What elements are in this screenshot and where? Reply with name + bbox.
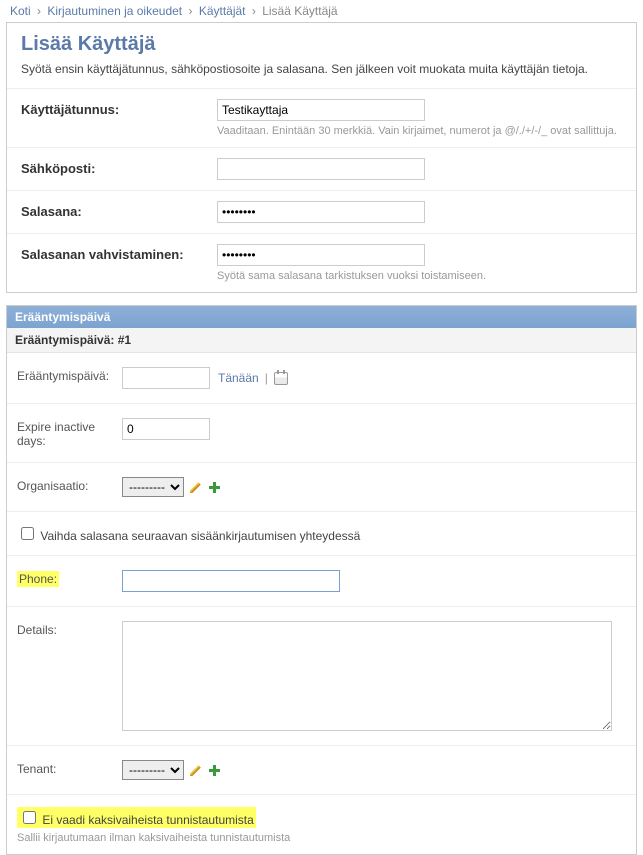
organisation-select[interactable]: ---------	[122, 477, 184, 497]
expiry-date-label: Erääntymispäivä:	[17, 367, 122, 383]
breadcrumb-home[interactable]: Koti	[10, 4, 31, 18]
details-textarea[interactable]	[122, 621, 612, 731]
expiry-sub-title: Erääntymispäivä: #1	[7, 328, 636, 353]
expire-inactive-input[interactable]	[122, 418, 210, 440]
no-2fa-row[interactable]: Ei vaadi kaksivaiheista tunnistautumista	[19, 813, 254, 827]
edit-icon[interactable]	[190, 481, 202, 493]
main-form-panel: Lisää Käyttäjä Syötä ensin käyttäjätunnu…	[6, 22, 637, 293]
password-confirm-input[interactable]	[217, 244, 425, 266]
page-title: Lisää Käyttäjä	[21, 33, 622, 56]
no-2fa-help: Sallii kirjautumaan ilman kaksivaiheista…	[7, 832, 636, 854]
tenant-label: Tenant:	[17, 760, 122, 776]
breadcrumb-auth[interactable]: Kirjautuminen ja oikeudet	[47, 4, 182, 18]
password-input[interactable]	[217, 201, 425, 223]
no-2fa-label: Ei vaadi kaksivaiheista tunnistautumista	[42, 813, 253, 827]
password-confirm-help: Syötä sama salasana tarkistuksen vuoksi …	[217, 270, 622, 282]
page-subtitle: Syötä ensin käyttäjätunnus, sähköpostios…	[21, 62, 622, 76]
email-label: Sähköposti:	[21, 158, 217, 176]
phone-input[interactable]	[122, 570, 340, 592]
expiry-module-title: Erääntymispäivä	[7, 306, 636, 328]
change-password-checkbox[interactable]	[21, 527, 34, 540]
username-help: Vaaditaan. Enintään 30 merkkiä. Vain kir…	[217, 125, 622, 137]
change-password-row[interactable]: Vaihda salasana seuraavan sisäänkirjautu…	[17, 529, 360, 543]
add-icon[interactable]	[208, 481, 221, 494]
edit-icon[interactable]	[190, 764, 202, 776]
email-input[interactable]	[217, 158, 425, 180]
password-confirm-label: Salasanan vahvistaminen:	[21, 244, 217, 262]
details-label: Details:	[17, 621, 122, 637]
phone-label: Phone:	[17, 570, 122, 586]
change-password-label: Vaihda salasana seuraavan sisäänkirjautu…	[40, 529, 360, 543]
username-label: Käyttäjätunnus:	[21, 99, 217, 117]
tenant-select[interactable]: ---------	[122, 760, 184, 780]
username-input[interactable]	[217, 99, 425, 121]
calendar-icon[interactable]	[274, 372, 288, 385]
password-label: Salasana:	[21, 201, 217, 219]
breadcrumb-users[interactable]: Käyttäjät	[199, 4, 246, 18]
today-link[interactable]: Tänään	[218, 371, 259, 385]
expiry-date-input[interactable]	[122, 367, 210, 389]
breadcrumb: Koti › Kirjautuminen ja oikeudet › Käytt…	[0, 0, 643, 22]
organisation-label: Organisaatio:	[17, 477, 122, 493]
breadcrumb-current: Lisää Käyttäjä	[262, 4, 337, 18]
expire-inactive-label: Expire inactive days:	[17, 418, 122, 448]
expiry-module: Erääntymispäivä Erääntymispäivä: #1 Erää…	[6, 305, 637, 855]
no-2fa-checkbox[interactable]	[23, 811, 36, 824]
